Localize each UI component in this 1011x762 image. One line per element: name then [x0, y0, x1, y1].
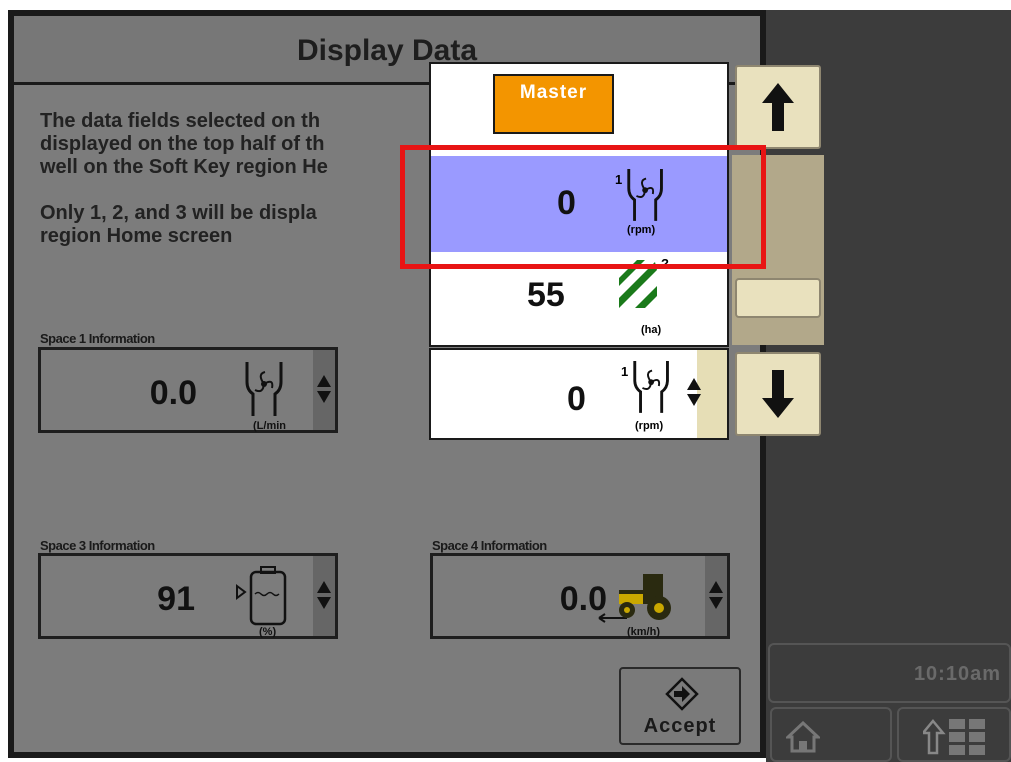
space-1-label: Space 1 Information: [40, 331, 155, 346]
clock-display: 10:10am: [768, 643, 1011, 703]
option-ha-unit: (ha): [641, 324, 662, 336]
option-ha-value: 55: [527, 276, 565, 314]
master-button[interactable]: Master: [493, 74, 614, 134]
tank-level-icon: [236, 566, 287, 626]
accept-button[interactable]: Accept: [619, 667, 741, 745]
clock-time: 10:10am: [913, 663, 1001, 685]
selector-unit: (rpm): [635, 420, 664, 432]
dropdown-option-ha[interactable]: 55 ? (ha): [431, 256, 727, 344]
space-3-label: Space 3 Information: [40, 538, 155, 553]
selector-superscript: 1: [621, 364, 629, 379]
menu-button[interactable]: [897, 707, 1011, 762]
accept-label: Accept: [643, 715, 717, 737]
fan-rpm-icon: [633, 361, 669, 413]
up-down-icon: [709, 581, 723, 611]
highlight-box: [400, 145, 766, 269]
description-line: displayed on the top half of th: [40, 133, 325, 155]
arrow-up-grid-icon: [923, 719, 985, 755]
arrow-up-icon: [762, 83, 794, 131]
up-down-icon: [317, 581, 331, 611]
space-1-unit: (L/min: [253, 420, 286, 432]
description-line: well on the Soft Key region He: [40, 156, 328, 178]
tractor-speed-icon: [598, 574, 671, 623]
scroll-thumb[interactable]: [735, 278, 821, 318]
screen: Display Data The data fields selected on…: [0, 0, 1011, 762]
space-4-unit: (km/h): [627, 626, 660, 638]
selector-value: 0: [567, 380, 586, 418]
arrow-down-icon: [762, 370, 794, 418]
space-4-label: Space 4 Information: [432, 538, 547, 553]
current-value-selector[interactable]: 0 1 (rpm): [429, 348, 729, 440]
fan-flow-icon: [245, 362, 283, 416]
space-4-scroll[interactable]: [705, 556, 727, 636]
space-3-field[interactable]: 91 (%): [38, 553, 338, 639]
home-button[interactable]: [770, 707, 892, 762]
space-3-value: 91: [157, 580, 195, 618]
space-3-scroll[interactable]: [313, 556, 335, 636]
description-line: Only 1, 2, and 3 will be displa: [40, 202, 317, 224]
scroll-down-button[interactable]: [735, 352, 821, 436]
selector-scroll[interactable]: [687, 350, 727, 438]
up-down-icon: [687, 378, 701, 408]
space-1-field[interactable]: 0.0 (L/min: [38, 347, 338, 433]
description-line: region Home screen: [40, 225, 233, 247]
description-text: The data fields selected on th displayed …: [40, 110, 328, 248]
description-line: The data fields selected on th: [40, 110, 321, 132]
up-down-icon: [317, 375, 331, 405]
space-3-unit: (%): [259, 626, 277, 638]
accept-icon: [665, 677, 699, 711]
space-4-field[interactable]: 0.0 (km/h): [430, 553, 730, 639]
home-icon: [786, 721, 820, 753]
space-1-value: 0.0: [149, 374, 197, 412]
space-1-scroll[interactable]: [313, 350, 335, 430]
scroll-up-button[interactable]: [735, 65, 821, 149]
